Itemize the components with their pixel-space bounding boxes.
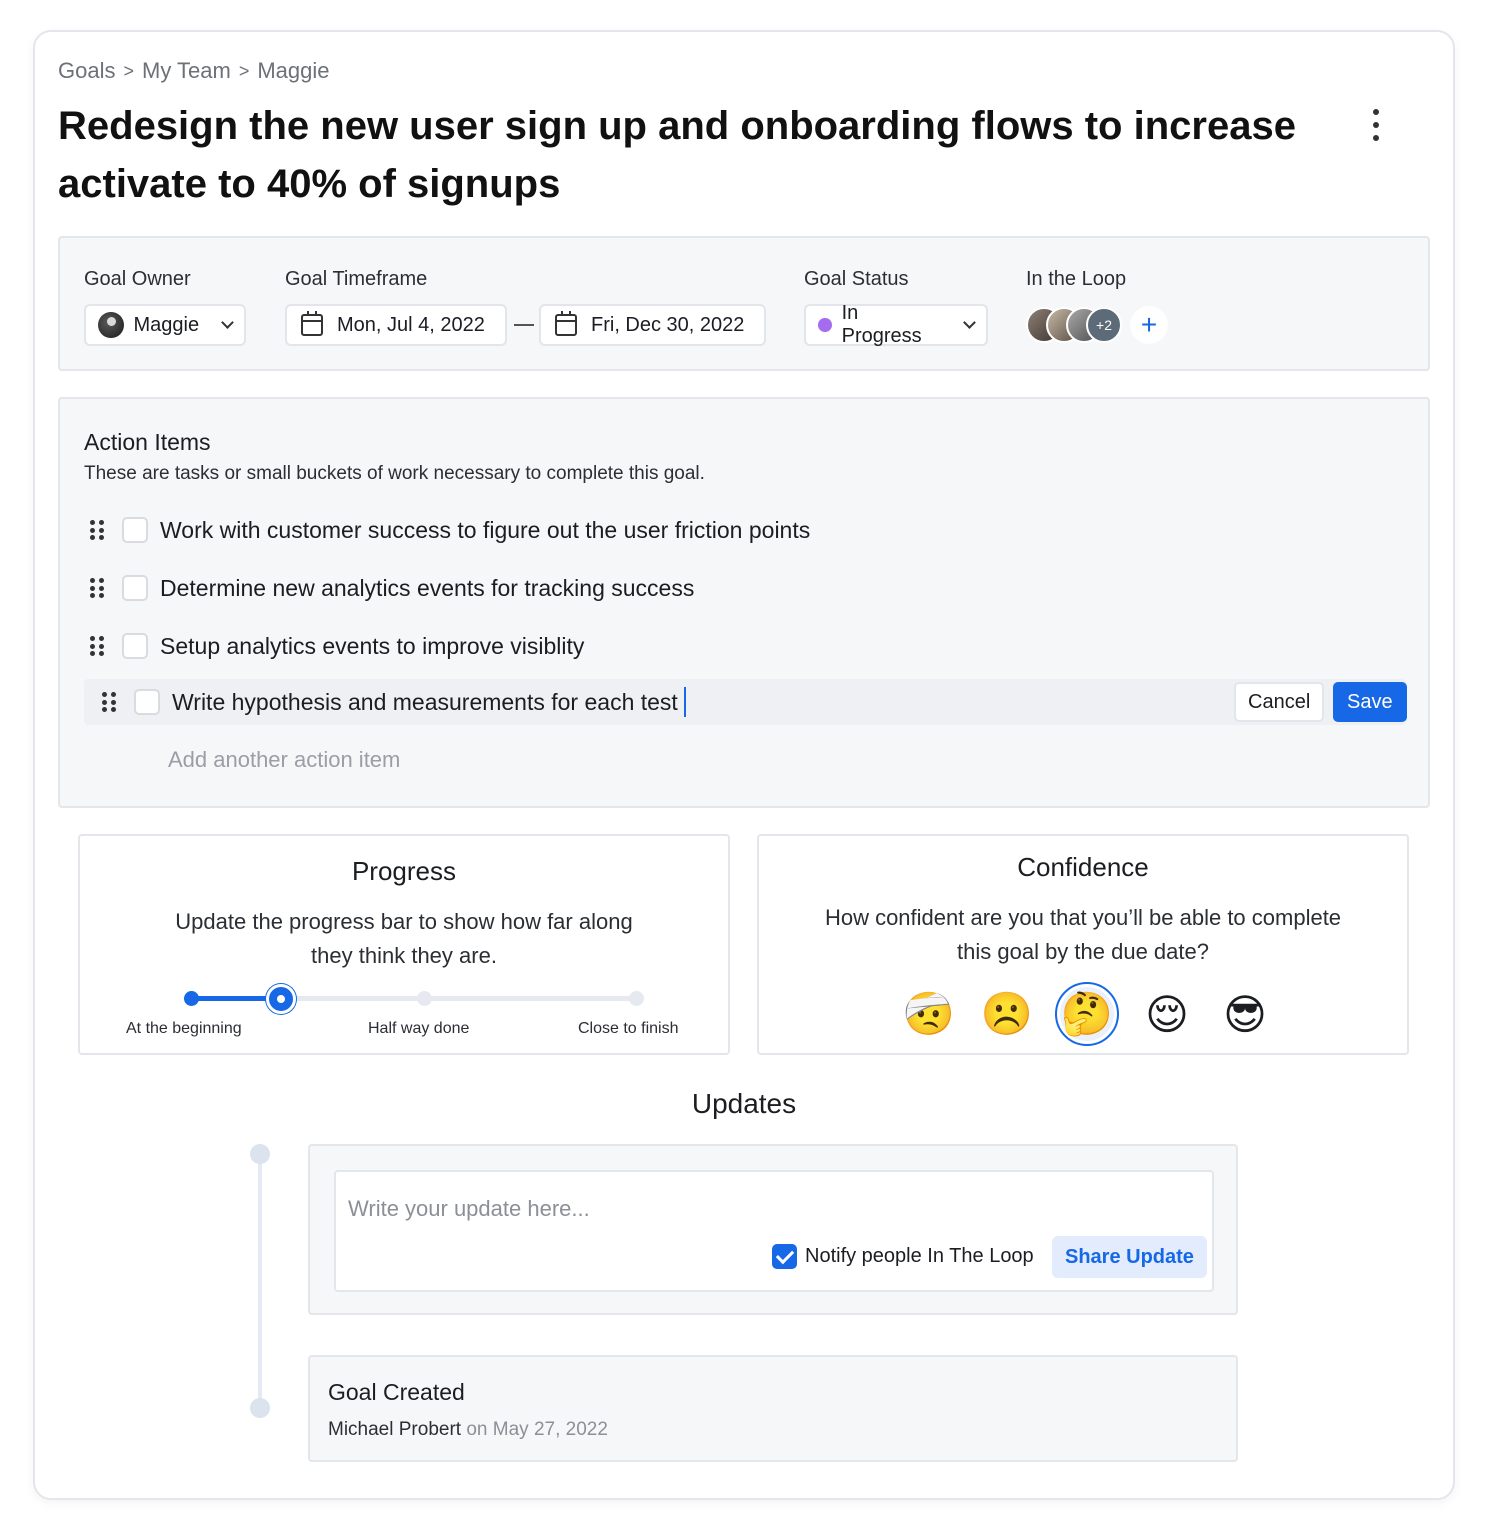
share-update-button[interactable]: Share Update (1052, 1236, 1207, 1278)
slider-handle[interactable] (266, 984, 297, 1014)
save-button[interactable]: Save (1333, 682, 1407, 722)
goal-created-entry: Goal Created Michael Probert on May 27, … (308, 1355, 1238, 1462)
progress-description: Update the progress bar to show how far … (175, 909, 633, 968)
emoji-frown-icon[interactable]: ☹️ (977, 984, 1037, 1044)
action-items-subtitle: These are tasks or small buckets of work… (84, 463, 705, 484)
breadcrumb: Goals > My Team > Maggie (58, 58, 330, 84)
end-date-value: Fri, Dec 30, 2022 (591, 313, 745, 336)
goal-created-meta: Michael Probert on May 27, 2022 (328, 1419, 608, 1441)
updates-timeline (258, 1152, 262, 1408)
in-the-loop-label: In the Loop (1026, 268, 1127, 290)
progress-title: Progress (351, 856, 457, 886)
goal-status-select[interactable]: In Progress (804, 302, 988, 347)
progress-panel: Progress Update the progress bar to show… (78, 834, 730, 1055)
start-date-value: Mon, Jul 4, 2022 (337, 313, 485, 336)
updates-title: Updates (691, 1088, 797, 1119)
drag-handle-icon[interactable] (90, 578, 104, 598)
start-date-picker[interactable]: Mon, Jul 4, 2022 (285, 304, 507, 346)
action-item-edit-row: Write hypothesis and measurements for ea… (84, 679, 1407, 725)
breadcrumb-separator: > (238, 60, 250, 81)
slider-stop[interactable] (629, 991, 644, 1006)
slider-stop[interactable] (417, 991, 432, 1006)
action-item-text[interactable]: Work with customer success to figure out… (160, 517, 810, 544)
end-date-picker[interactable]: Fri, Dec 30, 2022 (539, 304, 766, 346)
add-action-item-input[interactable]: Add another action item (168, 747, 400, 773)
progress-slider[interactable] (184, 984, 644, 1014)
update-placeholder: Write your update here... (348, 1196, 590, 1221)
status-dot-icon (818, 318, 832, 332)
more-members-badge[interactable]: +2 (1086, 307, 1122, 343)
progress-label-beginning: At the beginning (126, 1020, 242, 1037)
text-caret (683, 687, 686, 717)
goal-meta-panel: Goal Owner Maggie Goal Timeframe Mon, Ju… (58, 236, 1430, 371)
drag-handle-icon[interactable] (90, 636, 104, 656)
checkbox-checked-icon[interactable] (772, 1244, 797, 1269)
calendar-icon (301, 311, 323, 336)
page-title: Redesign the new user sign up and onboar… (58, 104, 1296, 206)
emoji-thinking-icon[interactable]: 🤔 (1055, 982, 1119, 1046)
goal-created-title: Goal Created (328, 1379, 465, 1405)
timeline-dot (250, 1398, 270, 1418)
slider-stop[interactable] (184, 991, 199, 1006)
drag-handle-icon[interactable] (102, 692, 116, 712)
notify-label[interactable]: Notify people In The Loop (805, 1245, 1034, 1268)
created-date: May 27, 2022 (492, 1419, 608, 1440)
action-item-checkbox[interactable] (134, 689, 160, 715)
avatar (98, 312, 124, 338)
action-item: Work with customer success to figure out… (90, 510, 810, 550)
breadcrumb-goals[interactable]: Goals (58, 58, 115, 84)
cancel-button[interactable]: Cancel (1234, 682, 1325, 722)
chevron-down-icon (963, 316, 976, 329)
confidence-description: How confident are you that you’ll be abl… (824, 905, 1342, 964)
breadcrumb-maggie[interactable]: Maggie (257, 58, 329, 84)
created-by[interactable]: Michael Probert (328, 1419, 461, 1440)
action-item-checkbox[interactable] (122, 517, 148, 543)
action-item-editing: Write hypothesis and measurements for ea… (102, 682, 686, 722)
in-the-loop-avatars[interactable]: +2 + (1026, 304, 1168, 346)
goal-status-value: In Progress (841, 302, 922, 347)
action-item-text[interactable]: Setup analytics events to improve visibl… (160, 633, 584, 660)
confidence-panel: Confidence How confident are you that yo… (757, 834, 1409, 1055)
emoji-relieved-icon[interactable]: 😌 (1137, 984, 1197, 1044)
timeline-dot (250, 1144, 270, 1164)
action-item-checkbox[interactable] (122, 633, 148, 659)
update-composer: Write your update here... Notify people … (308, 1144, 1238, 1315)
confidence-options: 🤕 ☹️ 🤔 😌 😎 (899, 982, 1275, 1046)
confidence-title: Confidence (1017, 852, 1149, 882)
emoji-sunglasses-icon[interactable]: 😎 (1215, 984, 1275, 1044)
action-items-title: Action Items (84, 429, 211, 455)
progress-label-finish: Close to finish (578, 1020, 679, 1037)
action-item-text[interactable]: Determine new analytics events for track… (160, 575, 694, 602)
goal-owner-select[interactable]: Maggie (84, 304, 246, 346)
chevron-down-icon (221, 316, 234, 329)
kebab-menu-icon[interactable] (1362, 105, 1390, 145)
date-range-separator (514, 324, 534, 326)
created-on-word: on (466, 1419, 488, 1440)
breadcrumb-separator: > (123, 60, 134, 81)
breadcrumb-my-team[interactable]: My Team (142, 58, 231, 84)
action-item-edit-input[interactable]: Write hypothesis and measurements for ea… (172, 689, 678, 716)
emoji-hurt-icon[interactable]: 🤕 (899, 984, 959, 1044)
plus-icon[interactable]: + (1130, 306, 1168, 344)
calendar-icon (555, 311, 577, 336)
action-items-panel: Action Items These are tasks or small bu… (58, 397, 1430, 808)
goal-status-label: Goal Status (804, 268, 909, 290)
action-item: Setup analytics events to improve visibl… (90, 626, 584, 666)
drag-handle-icon[interactable] (90, 520, 104, 540)
notify-option: Notify people In The Loop (772, 1244, 1034, 1269)
goal-owner-value: Maggie (133, 313, 200, 336)
action-item-checkbox[interactable] (122, 575, 148, 601)
goal-timeframe-label: Goal Timeframe (285, 268, 428, 290)
goal-owner-label: Goal Owner (84, 268, 191, 290)
progress-label-half: Half way done (368, 1020, 470, 1037)
update-input[interactable]: Write your update here... Notify people … (334, 1170, 1214, 1292)
action-item: Determine new analytics events for track… (90, 568, 694, 608)
